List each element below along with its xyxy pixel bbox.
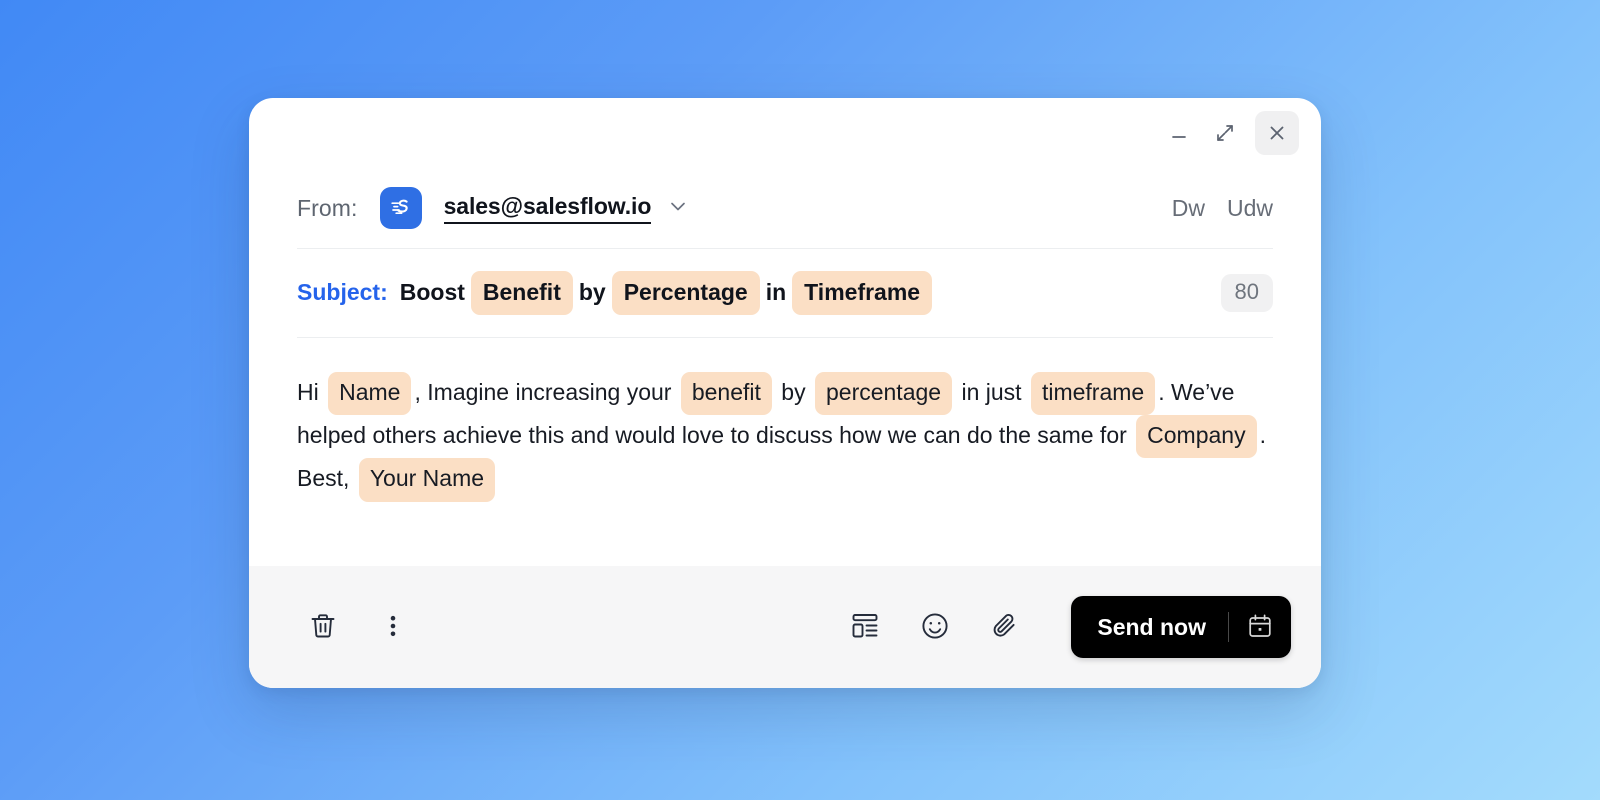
subject-text: in	[765, 279, 787, 306]
from-label: From:	[297, 194, 358, 221]
body-token-benefit[interactable]: benefit	[680, 372, 772, 416]
body-token-percentage[interactable]: percentage	[814, 372, 953, 416]
body-token-name[interactable]: Name	[328, 372, 412, 416]
toolbar-right-group: Send now	[839, 596, 1291, 658]
subject-token-percentage[interactable]: Percentage	[611, 271, 760, 315]
insert-emoji-button[interactable]	[909, 601, 961, 653]
from-address[interactable]: sales@salesflow.io	[443, 193, 651, 224]
calendar-icon	[1246, 612, 1274, 643]
trash-icon	[308, 611, 338, 644]
subject-text: Boost	[399, 279, 465, 306]
subject-label: Subject:	[297, 279, 388, 306]
cc-toggle[interactable]: Dw	[1172, 195, 1205, 222]
delete-draft-button[interactable]	[297, 601, 349, 653]
expand-button[interactable]	[1203, 111, 1247, 155]
bcc-toggle[interactable]: Udw	[1227, 195, 1273, 222]
subject-row: Subject: Boost Benefit by Percentage in …	[297, 249, 1273, 337]
chevron-down-icon	[667, 195, 689, 222]
subject-token-benefit[interactable]: Benefit	[470, 271, 573, 315]
compose-window: From: sales@salesflow.io Dw Udw Subject:…	[249, 98, 1321, 688]
from-row: From: sales@salesflow.io Dw Udw	[297, 168, 1273, 248]
salesflow-logo-icon	[379, 187, 422, 229]
body-text: , Imagine increasing your	[414, 379, 678, 405]
body-text: by	[774, 379, 812, 405]
smiley-icon	[919, 610, 951, 645]
template-layout-icon	[849, 610, 881, 645]
insert-template-button[interactable]	[839, 601, 891, 653]
body-text: Hi	[297, 379, 326, 405]
more-options-button[interactable]	[367, 601, 419, 653]
from-extra-fields: Dw Udw	[1172, 195, 1273, 222]
window-titlebar	[249, 98, 1321, 168]
close-icon	[1266, 122, 1288, 144]
toolbar-left-group	[297, 601, 419, 653]
character-count-badge: 80	[1220, 274, 1273, 312]
minimize-icon	[1168, 122, 1190, 144]
close-button[interactable]	[1255, 111, 1299, 155]
subject-input[interactable]: Subject: Boost Benefit by Percentage in …	[297, 271, 935, 315]
send-now-button[interactable]: Send now	[1071, 596, 1228, 658]
send-button-group: Send now	[1071, 596, 1291, 658]
body-token-timeframe[interactable]: timeframe	[1030, 372, 1156, 416]
paperclip-icon	[989, 610, 1021, 645]
subject-token-timeframe[interactable]: Timeframe	[792, 271, 933, 315]
expand-icon	[1214, 122, 1236, 144]
body-token-company[interactable]: Company	[1136, 415, 1257, 459]
from-dropdown-button[interactable]	[667, 195, 689, 222]
subject-text: by	[578, 279, 606, 306]
attach-file-button[interactable]	[979, 601, 1031, 653]
minimize-button[interactable]	[1157, 111, 1201, 155]
message-body-input[interactable]: Hi Name, Imagine increasing your benefit…	[297, 338, 1273, 566]
more-vertical-icon	[378, 611, 408, 644]
compose-toolbar: Send now	[249, 566, 1321, 688]
schedule-send-button[interactable]	[1229, 596, 1291, 658]
body-text: in just	[955, 379, 1028, 405]
compose-fields: From: sales@salesflow.io Dw Udw Subject:…	[249, 168, 1321, 566]
body-token-your-name[interactable]: Your Name	[358, 458, 496, 502]
